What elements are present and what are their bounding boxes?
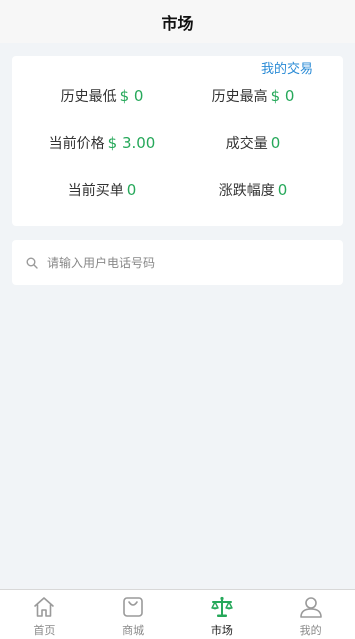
stat-label: 历史最高 — [211, 89, 268, 105]
stat-label: 历史最低 — [60, 89, 117, 105]
page-title: 市场 — [161, 13, 194, 33]
tab-label: 我的 — [299, 624, 322, 637]
home-icon — [32, 595, 56, 619]
stat-label: 成交量 — [225, 136, 268, 152]
stat-change-range: 涨跌幅度 0 — [219, 180, 288, 200]
tab-home[interactable]: 首页 — [0, 590, 89, 639]
stat-historical-low: 历史最低 $ 0 — [61, 86, 144, 106]
stat-value: 0 — [126, 181, 137, 199]
tab-profile[interactable]: 我的 — [266, 590, 355, 639]
tab-label: 首页 — [33, 624, 56, 637]
stat-label: 涨跌幅度 — [218, 183, 275, 199]
scale-icon — [210, 595, 234, 619]
stat-current-price: 当前价格 $ 3.00 — [49, 133, 156, 153]
my-trade-link[interactable]: 我的交易 — [261, 58, 313, 77]
stat-value: 0 — [277, 181, 288, 199]
stat-historical-high: 历史最高 $ 0 — [212, 86, 295, 106]
stat-value: $ 0 — [270, 87, 295, 105]
stat-label: 当前买单 — [67, 183, 124, 199]
tab-label: 商城 — [122, 624, 145, 637]
tab-market[interactable]: 市场 — [178, 590, 267, 639]
stat-value: 0 — [270, 134, 281, 152]
stat-value: $ 0 — [119, 87, 144, 105]
stat-label: 当前价格 — [48, 136, 105, 152]
search-input[interactable] — [47, 255, 317, 270]
stat-value: $ 3.00 — [107, 134, 156, 152]
stat-volume: 成交量 0 — [226, 133, 281, 153]
stat-current-buy-orders: 当前买单 0 — [68, 180, 137, 200]
tab-label: 市场 — [210, 624, 233, 637]
tab-shop[interactable]: 商城 — [89, 590, 178, 639]
shopping-bag-icon — [121, 595, 145, 619]
search-icon — [26, 257, 38, 269]
bottom-tab-bar: 首页 商城 市场 我的 — [0, 589, 355, 639]
search-bar[interactable] — [12, 240, 343, 285]
market-stats-card: 我的交易 历史最低 $ 0 历史最高 $ 0 当前价格 $ 3.00 成交量 0 当前买… — [12, 56, 343, 226]
user-icon — [299, 595, 323, 619]
header: 市场 — [0, 0, 355, 43]
market-page: 市场 我的交易 历史最低 $ 0 历史最高 $ 0 当前价格 $ 3.00 成交量 0 … — [0, 0, 355, 639]
